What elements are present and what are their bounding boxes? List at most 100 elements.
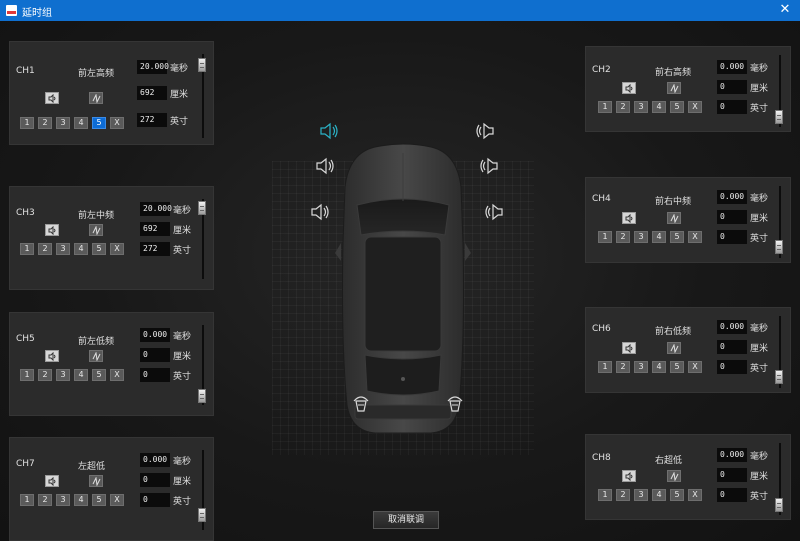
phase-toggle-icon[interactable]: [667, 82, 681, 94]
speaker-toggle-icon[interactable]: [622, 342, 636, 354]
close-icon[interactable]: ✕: [770, 0, 800, 21]
delay-slider-thumb[interactable]: [198, 201, 206, 215]
phase-toggle-icon[interactable]: [89, 350, 103, 362]
delay-ms-field[interactable]: 20.000: [140, 202, 172, 216]
link-button-clear[interactable]: X: [110, 369, 124, 381]
phase-toggle-icon[interactable]: [89, 475, 103, 487]
delay-ms-field[interactable]: 0.000: [140, 328, 170, 342]
delay-slider-thumb[interactable]: [775, 110, 783, 124]
link-button-5[interactable]: 5: [92, 117, 106, 129]
right-subwoofer-icon[interactable]: [446, 393, 464, 413]
speaker-toggle-icon[interactable]: [45, 350, 59, 362]
front-left-mid-speaker-icon[interactable]: [315, 157, 335, 175]
delay-slider-thumb[interactable]: [198, 508, 206, 522]
link-button-1[interactable]: 1: [598, 489, 612, 501]
distance-cm-field[interactable]: 0: [717, 468, 747, 482]
link-button-1[interactable]: 1: [598, 231, 612, 243]
front-left-tweeter-speaker-icon[interactable]: [319, 122, 339, 140]
delay-slider-thumb[interactable]: [775, 240, 783, 254]
phase-toggle-icon[interactable]: [667, 212, 681, 224]
cancel-link-button[interactable]: 取消联调: [373, 511, 439, 529]
distance-inch-field[interactable]: 0: [717, 100, 747, 114]
link-button-clear[interactable]: X: [110, 117, 124, 129]
left-subwoofer-icon[interactable]: [352, 393, 370, 413]
link-button-5[interactable]: 5: [92, 243, 106, 255]
link-button-2[interactable]: 2: [38, 369, 52, 381]
speaker-toggle-icon[interactable]: [45, 92, 59, 104]
link-button-2[interactable]: 2: [38, 243, 52, 255]
link-button-4[interactable]: 4: [652, 231, 666, 243]
distance-inch-field[interactable]: 272: [137, 113, 167, 127]
link-button-2[interactable]: 2: [616, 489, 630, 501]
phase-toggle-icon[interactable]: [89, 92, 103, 104]
delay-ms-field[interactable]: 0.000: [717, 190, 747, 204]
link-button-4[interactable]: 4: [74, 243, 88, 255]
distance-inch-field[interactable]: 0: [717, 230, 747, 244]
link-button-4[interactable]: 4: [652, 101, 666, 113]
link-button-clear[interactable]: X: [688, 101, 702, 113]
link-button-1[interactable]: 1: [598, 101, 612, 113]
phase-toggle-icon[interactable]: [667, 470, 681, 482]
link-button-3[interactable]: 3: [634, 489, 648, 501]
link-button-2[interactable]: 2: [616, 101, 630, 113]
link-button-clear[interactable]: X: [688, 361, 702, 373]
link-button-2[interactable]: 2: [38, 494, 52, 506]
distance-inch-field[interactable]: 272: [140, 242, 170, 256]
link-button-2[interactable]: 2: [616, 231, 630, 243]
link-button-1[interactable]: 1: [20, 243, 34, 255]
link-button-5[interactable]: 5: [92, 494, 106, 506]
link-button-3[interactable]: 3: [56, 369, 70, 381]
front-right-mid-speaker-icon[interactable]: [479, 157, 499, 175]
delay-slider-thumb[interactable]: [775, 498, 783, 512]
link-button-3[interactable]: 3: [634, 101, 648, 113]
delay-ms-field[interactable]: 0.000: [717, 60, 747, 74]
speaker-toggle-icon[interactable]: [622, 470, 636, 482]
phase-toggle-icon[interactable]: [667, 342, 681, 354]
link-button-1[interactable]: 1: [20, 369, 34, 381]
link-button-5[interactable]: 5: [670, 231, 684, 243]
link-button-4[interactable]: 4: [652, 361, 666, 373]
link-button-2[interactable]: 2: [616, 361, 630, 373]
distance-cm-field[interactable]: 0: [717, 80, 747, 94]
link-button-3[interactable]: 3: [634, 361, 648, 373]
link-button-4[interactable]: 4: [74, 117, 88, 129]
link-button-3[interactable]: 3: [634, 231, 648, 243]
distance-cm-field[interactable]: 692: [137, 86, 167, 100]
delay-ms-field[interactable]: 0.000: [717, 320, 747, 334]
phase-toggle-icon[interactable]: [89, 224, 103, 236]
front-right-tweeter-speaker-icon[interactable]: [475, 122, 495, 140]
link-button-5[interactable]: 5: [670, 489, 684, 501]
speaker-toggle-icon[interactable]: [45, 475, 59, 487]
front-left-woofer-speaker-icon[interactable]: [310, 203, 330, 221]
distance-cm-field[interactable]: 0: [717, 210, 747, 224]
link-button-clear[interactable]: X: [688, 231, 702, 243]
speaker-toggle-icon[interactable]: [622, 212, 636, 224]
distance-inch-field[interactable]: 0: [717, 488, 747, 502]
distance-inch-field[interactable]: 0: [140, 368, 170, 382]
link-button-1[interactable]: 1: [598, 361, 612, 373]
delay-ms-field[interactable]: 20.000: [137, 60, 169, 74]
delay-ms-field[interactable]: 0.000: [140, 453, 170, 467]
link-button-5[interactable]: 5: [92, 369, 106, 381]
link-button-3[interactable]: 3: [56, 117, 70, 129]
link-button-4[interactable]: 4: [652, 489, 666, 501]
link-button-5[interactable]: 5: [670, 101, 684, 113]
distance-inch-field[interactable]: 0: [717, 360, 747, 374]
link-button-5[interactable]: 5: [670, 361, 684, 373]
distance-cm-field[interactable]: 0: [717, 340, 747, 354]
link-button-4[interactable]: 4: [74, 494, 88, 506]
distance-cm-field[interactable]: 692: [140, 222, 170, 236]
front-right-woofer-speaker-icon[interactable]: [484, 203, 504, 221]
delay-slider-thumb[interactable]: [198, 58, 206, 72]
link-button-clear[interactable]: X: [110, 494, 124, 506]
speaker-toggle-icon[interactable]: [622, 82, 636, 94]
link-button-2[interactable]: 2: [38, 117, 52, 129]
link-button-clear[interactable]: X: [688, 489, 702, 501]
distance-inch-field[interactable]: 0: [140, 493, 170, 507]
link-button-3[interactable]: 3: [56, 243, 70, 255]
link-button-4[interactable]: 4: [74, 369, 88, 381]
distance-cm-field[interactable]: 0: [140, 348, 170, 362]
delay-slider-thumb[interactable]: [198, 389, 206, 403]
link-button-clear[interactable]: X: [110, 243, 124, 255]
delay-slider-thumb[interactable]: [775, 370, 783, 384]
